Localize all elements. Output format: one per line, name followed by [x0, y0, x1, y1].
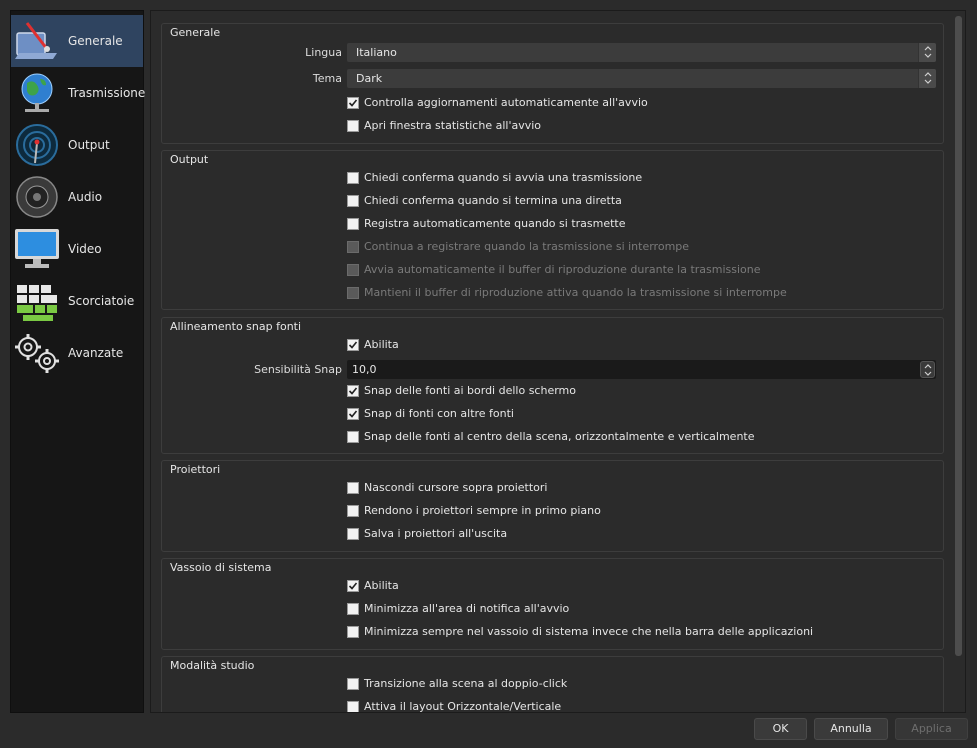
checkbox: [347, 287, 359, 299]
check-label: Transizione alla scena al doppio-click: [364, 677, 568, 690]
check-label: Controlla aggiornamenti automaticamente …: [364, 96, 648, 109]
checkbox[interactable]: [347, 580, 359, 592]
monitor-icon: [13, 227, 61, 271]
chevron-updown-icon: [918, 43, 936, 62]
checkbox[interactable]: [347, 505, 359, 517]
sidebar-item-label: Video: [68, 242, 102, 256]
lingua-value: Italiano: [356, 46, 397, 59]
group-title: Output: [170, 153, 209, 166]
tema-select[interactable]: Dark: [347, 69, 936, 88]
group-snap: Allineamento snap fonti Abilita Sensibil…: [161, 317, 944, 454]
check-label: Salva i proiettori all'uscita: [364, 527, 508, 540]
sidebar-item-audio[interactable]: Audio: [11, 171, 143, 223]
chevron-updown-icon[interactable]: [920, 361, 935, 378]
output-antenna-icon: [13, 123, 61, 167]
applica-button: Applica: [895, 718, 968, 740]
check-label: Snap delle fonti ai bordi dello schermo: [364, 384, 576, 397]
check-label: Chiedi conferma quando si termina una di…: [364, 194, 622, 207]
group-studio: Modalità studio Transizione alla scena a…: [161, 656, 944, 713]
checkbox[interactable]: [347, 528, 359, 540]
checkbox[interactable]: [347, 97, 359, 109]
check-label: Rendono i proiettori sempre in primo pia…: [364, 504, 601, 517]
speaker-icon: [13, 175, 61, 219]
group-vassoio: Vassoio di sistema Abilita Minimizza all…: [161, 558, 944, 650]
ok-button[interactable]: OK: [754, 718, 807, 740]
group-generale: Generale Lingua Italiano Tema Dark Contr…: [161, 23, 944, 144]
check-label: Chiedi conferma quando si avvia una tras…: [364, 171, 643, 184]
checkbox[interactable]: [347, 482, 359, 494]
gears-icon: [13, 331, 61, 375]
sidebar-item-label: Generale: [68, 34, 123, 48]
checkbox[interactable]: [347, 626, 359, 638]
sidebar-item-label: Avanzate: [68, 346, 124, 360]
check-label: Attiva il layout Orizzontale/Verticale: [364, 700, 562, 713]
chevron-updown-icon: [918, 69, 936, 88]
checkbox[interactable]: [347, 385, 359, 397]
sidebar-item-label: Output: [68, 138, 110, 152]
sidebar-item-trasmissione[interactable]: Trasmissione: [11, 67, 146, 119]
checkbox[interactable]: [347, 218, 359, 230]
checkbox[interactable]: [347, 603, 359, 615]
checkbox[interactable]: [347, 172, 359, 184]
sidebar-item-output[interactable]: Output: [11, 119, 143, 171]
checkbox: [347, 241, 359, 253]
sidebar-item-label: Audio: [68, 190, 103, 204]
checkbox[interactable]: [347, 678, 359, 690]
group-title: Modalità studio: [170, 659, 255, 672]
keyboard-icon: [13, 279, 61, 323]
globe-icon: [13, 71, 61, 115]
sensibilita-value: 10,0: [352, 363, 377, 376]
check-label: Apri finestra statistiche all'avvio: [364, 119, 542, 132]
check-label: Nascondi cursore sopra proiettori: [364, 481, 548, 494]
sidebar-item-label: Scorciatoie: [68, 294, 135, 308]
checkbox[interactable]: [347, 408, 359, 420]
check-label: Snap delle fonti al centro della scena, …: [364, 430, 755, 443]
settings-content: Generale Lingua Italiano Tema Dark Contr…: [150, 10, 966, 713]
checkbox: [347, 264, 359, 276]
sidebar-item-generale[interactable]: Generale: [11, 15, 143, 67]
tema-label: Tema: [312, 72, 342, 85]
settings-window: Generale Trasmissione Output Audio Video…: [0, 0, 977, 748]
sidebar-item-label: Trasmissione: [68, 86, 146, 100]
group-output: Output Chiedi conferma quando si avvia u…: [161, 150, 944, 310]
group-title: Generale: [170, 26, 221, 39]
sidebar-item-video[interactable]: Video: [11, 223, 143, 275]
check-label: Minimizza sempre nel vassoio di sistema …: [364, 625, 814, 638]
group-proiettori: Proiettori Nascondi cursore sopra proiet…: [161, 460, 944, 552]
settings-sidebar: Generale Trasmissione Output Audio Video…: [10, 10, 146, 713]
checkbox[interactable]: [347, 339, 359, 351]
checkbox[interactable]: [347, 431, 359, 443]
group-title: Proiettori: [170, 463, 221, 476]
sensibilita-label: Sensibilità Snap: [254, 363, 342, 376]
check-label: Registra automaticamente quando si trasm…: [364, 217, 626, 230]
check-label: Minimizza all'area di notifica all'avvio: [364, 602, 570, 615]
title-strip: [0, 0, 977, 9]
check-label: Continua a registrare quando la trasmiss…: [364, 240, 690, 253]
lingua-label: Lingua: [305, 46, 342, 59]
checkbox[interactable]: [347, 195, 359, 207]
annulla-button[interactable]: Annulla: [814, 718, 888, 740]
check-label: Abilita: [364, 579, 399, 592]
group-title: Vassoio di sistema: [170, 561, 272, 574]
check-label: Avvia automaticamente il buffer di ripro…: [364, 263, 761, 276]
checkbox[interactable]: [347, 701, 359, 712]
checkbox[interactable]: [347, 120, 359, 132]
check-label: Mantieni il buffer di riproduzione attiv…: [364, 286, 787, 299]
check-label: Abilita: [364, 338, 399, 351]
tema-value: Dark: [356, 72, 383, 85]
lingua-select[interactable]: Italiano: [347, 43, 936, 62]
group-title: Allineamento snap fonti: [170, 320, 302, 333]
check-label: Snap di fonti con altre fonti: [364, 407, 514, 420]
scrollbar-thumb[interactable]: [955, 16, 962, 656]
sidebar-item-scorciatoie[interactable]: Scorciatoie: [11, 275, 143, 327]
generale-icon: [13, 19, 61, 63]
sidebar-item-avanzate[interactable]: Avanzate: [11, 327, 143, 379]
sensibilita-spinbox[interactable]: 10,0: [347, 360, 936, 379]
vertical-scrollbar[interactable]: [954, 14, 963, 709]
